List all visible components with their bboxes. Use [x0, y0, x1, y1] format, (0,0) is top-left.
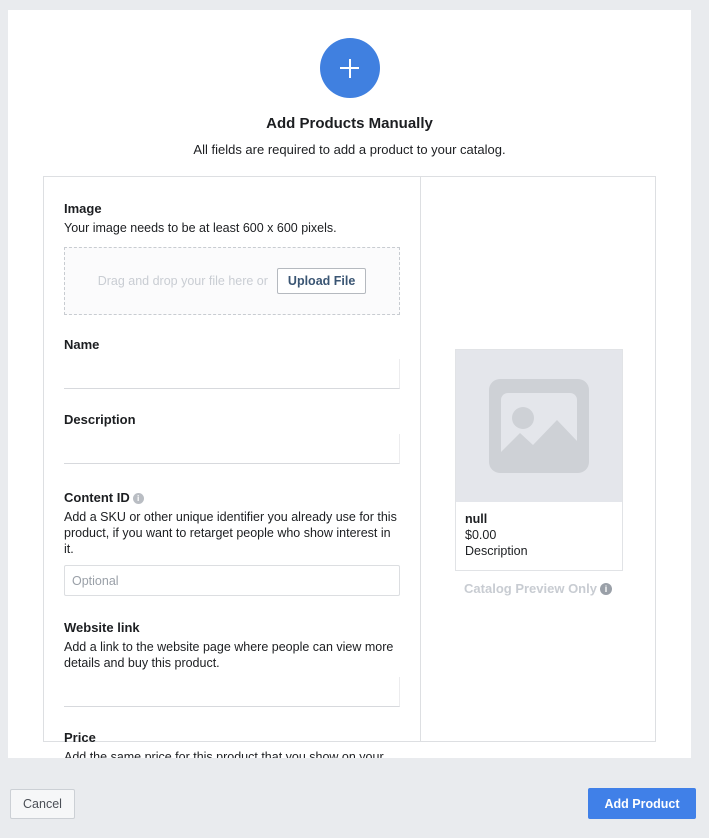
upload-file-button[interactable]: Upload File — [276, 268, 367, 294]
name-label: Name — [64, 337, 100, 352]
plus-icon-vertical-bar — [348, 58, 351, 78]
add-product-button[interactable]: Add Product — [588, 788, 696, 819]
content-id-field-group: Content ID i Add a SKU or other unique id… — [64, 490, 400, 596]
website-link-help-text: Add a link to the website page where peo… — [64, 640, 394, 670]
preview-image-area — [456, 350, 622, 502]
catalog-preview-note: Catalog Preview Only i — [421, 581, 655, 596]
image-label: Image — [64, 201, 102, 216]
content-id-label-text: Content ID — [64, 490, 130, 505]
page-title: Add Products Manually — [266, 115, 433, 132]
catalog-preview-note-text: Catalog Preview Only — [464, 581, 597, 596]
image-placeholder-icon — [489, 379, 589, 473]
description-label: Description — [64, 412, 136, 427]
content-id-help-text: Add a SKU or other unique identifier you… — [64, 510, 397, 556]
description-field-group: Description — [64, 412, 400, 464]
image-dropzone[interactable]: Drag and drop your file here or Upload F… — [64, 247, 400, 315]
form-preview-panel: Image Your image needs to be at least 60… — [43, 176, 656, 819]
preview-product-price: $0.00 — [465, 528, 497, 542]
add-products-dialog: Add Products Manually All fields are req… — [8, 10, 691, 819]
website-link-field-group: Website link Add a link to the website p… — [64, 620, 400, 707]
product-form: Image Your image needs to be at least 60… — [44, 177, 421, 819]
description-input[interactable] — [64, 434, 400, 464]
dropzone-label: Drag and drop your file here or — [97, 274, 268, 288]
preview-product-description: Description — [465, 544, 528, 558]
name-input[interactable] — [64, 359, 400, 389]
preview-product-card: null $0.00 Description — [455, 349, 623, 571]
name-field-group: Name — [64, 337, 400, 389]
preview-card-body: null $0.00 Description — [456, 502, 622, 570]
dialog-header: Add Products Manually All fields are req… — [8, 10, 691, 157]
info-icon[interactable]: i — [132, 493, 144, 504]
website-link-label: Website link — [64, 620, 140, 635]
cancel-button[interactable]: Cancel — [10, 789, 75, 819]
image-field-group: Image Your image needs to be at least 60… — [64, 201, 400, 315]
plus-icon — [319, 38, 380, 98]
content-id-label: Content ID i — [64, 490, 400, 506]
catalog-preview: null $0.00 Description Catalog Preview O… — [421, 177, 655, 741]
image-help-text: Your image needs to be at least 600 x 60… — [64, 221, 337, 235]
website-link-input[interactable] — [64, 677, 400, 707]
preview-product-name: null — [465, 512, 488, 526]
page-subtitle: All fields are required to add a product… — [193, 142, 506, 157]
price-label: Price — [64, 730, 96, 745]
content-id-input[interactable] — [64, 565, 400, 596]
info-icon[interactable]: i — [599, 583, 612, 595]
